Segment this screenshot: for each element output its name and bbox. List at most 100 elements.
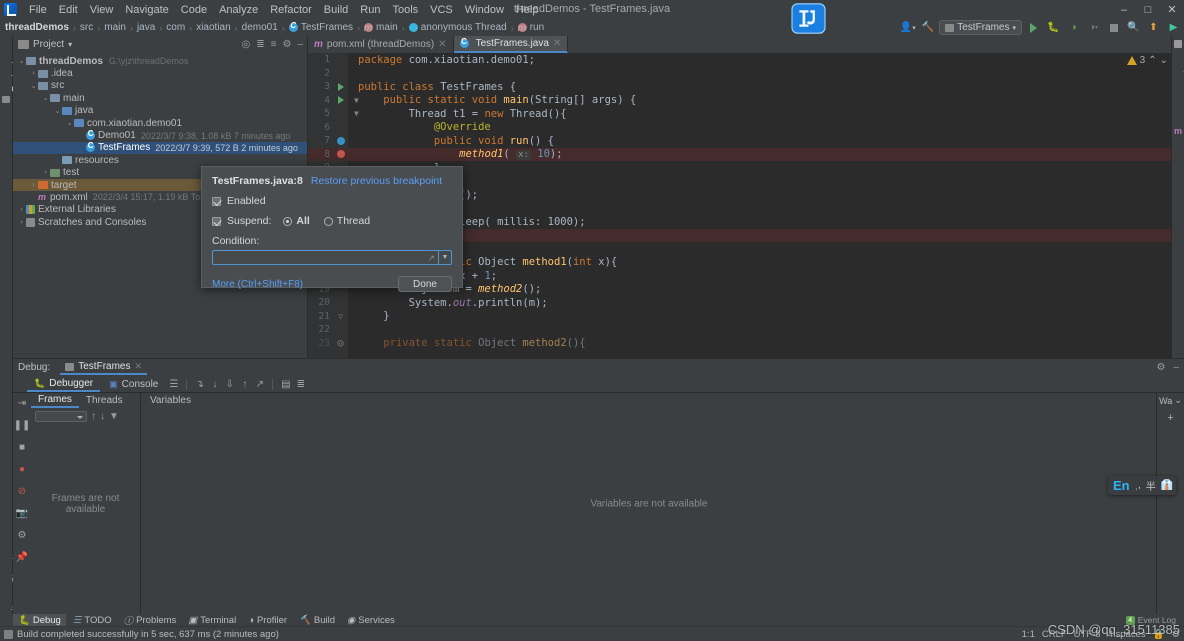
tab-threads[interactable]: Threads [79, 393, 130, 408]
tab-console[interactable]: ▣ Console [102, 378, 165, 391]
tree-item-idea[interactable]: › .idea [13, 67, 307, 79]
menu-help[interactable]: Help [510, 2, 545, 18]
conditional-breakpoint-icon[interactable] [333, 136, 348, 145]
done-button[interactable]: Done [398, 276, 452, 292]
search-everywhere-button[interactable]: 🔍 [1125, 20, 1142, 35]
close-icon[interactable]: ✕ [553, 38, 561, 49]
step-out-icon[interactable]: ↑ [238, 378, 251, 391]
chevron-down-icon[interactable]: ▾ [68, 40, 72, 49]
run-gutter-icon[interactable] [333, 82, 348, 91]
restore-previous-breakpoint-link[interactable]: Restore previous breakpoint [311, 175, 442, 187]
more-options-link[interactable]: More (Ctrl+Shift+F8) [212, 279, 303, 290]
tree-item-src[interactable]: ⌄ src [13, 80, 307, 92]
minimize-icon[interactable]: – [1173, 362, 1179, 373]
layout-settings-icon[interactable]: ☰ [167, 378, 180, 391]
thread-selector-dropdown[interactable] [35, 410, 87, 422]
ime-floating-bar[interactable]: En ˌ, 半 👔 [1108, 476, 1176, 495]
tree-item-package[interactable]: ⌄ com.xiaotian.demo01 [13, 117, 307, 129]
ime-fullwidth-icon[interactable]: 半 [1146, 478, 1156, 493]
inspection-widget[interactable]: 3 ⌃ ⌄ [1126, 55, 1168, 66]
gear-icon[interactable]: ⚙ [16, 529, 29, 542]
toolwindow-services[interactable]: ◉ Services [342, 614, 400, 626]
gear-icon[interactable]: ⚙ [1156, 362, 1165, 373]
chevron-right-icon[interactable]: › [29, 182, 38, 189]
hide-icon[interactable]: – [297, 39, 303, 50]
fold-icon[interactable]: ▼ [354, 109, 359, 118]
fold-icon[interactable]: ▼ [354, 96, 359, 105]
filter-icon[interactable]: ▼ [109, 411, 119, 422]
chevron-down-icon[interactable]: ⌄ [29, 82, 38, 90]
breadcrumb-item-demo01[interactable]: demo01 [242, 22, 278, 33]
menu-file[interactable]: File [23, 2, 53, 18]
menu-refactor[interactable]: Refactor [264, 2, 318, 18]
enabled-checkbox[interactable] [212, 196, 221, 206]
ime-toolbox-icon[interactable]: 👔 [1161, 480, 1173, 491]
chevron-down-icon[interactable]: ⌄ [17, 57, 26, 65]
toolwindow-problems[interactable]: ⓘ Problems [119, 614, 182, 628]
breadcrumb-item-main[interactable]: main [104, 22, 126, 33]
suspend-thread-radio[interactable] [323, 216, 333, 226]
chevron-down-icon[interactable]: ⌄ [1174, 395, 1182, 406]
menu-tools[interactable]: Tools [386, 2, 424, 18]
menu-build[interactable]: Build [318, 2, 354, 18]
settings-icon[interactable]: ≣ [294, 378, 307, 391]
run-to-cursor-icon[interactable]: ↗ [253, 378, 266, 391]
breadcrumb-item-src[interactable]: src [80, 22, 93, 33]
suspend-all-option[interactable]: All [283, 215, 310, 227]
evaluate-expression-icon[interactable]: ▤ [279, 378, 292, 391]
breakpoint-icon[interactable] [333, 150, 348, 159]
chevron-down-icon[interactable]: ⌄ [41, 94, 50, 102]
tree-item-java[interactable]: ⌄ java [13, 105, 307, 117]
chevron-right-icon[interactable]: › [17, 206, 26, 213]
menu-run[interactable]: Run [354, 2, 386, 18]
chevron-right-icon[interactable]: › [29, 70, 38, 77]
tree-item-resources[interactable]: resources [13, 154, 307, 166]
tree-item-testframes[interactable]: TestFrames 2022/3/7 9:39, 572 B 2 minute… [13, 141, 307, 155]
add-watch-button[interactable]: + [1157, 412, 1184, 424]
chevron-right-icon[interactable]: › [41, 169, 50, 176]
ime-punctuation-icon[interactable]: ˌ, [1135, 480, 1141, 491]
menu-edit[interactable]: Edit [53, 2, 84, 18]
breadcrumb-item-project[interactable]: threadDemos [5, 22, 69, 33]
annotation-gutter-icon[interactable]: ◎ [333, 337, 348, 349]
mute-breakpoints-icon[interactable]: ⊘ [16, 485, 29, 498]
tab-frames[interactable]: Frames [31, 393, 79, 408]
fold-icon[interactable]: ▽ [333, 312, 348, 321]
chevron-down-icon[interactable]: ⌄ [53, 107, 62, 115]
debug-session-tab[interactable]: TestFrames ✕ [60, 360, 148, 375]
stop-icon[interactable]: ■ [16, 441, 29, 454]
tree-item-main[interactable]: ⌄ main [13, 92, 307, 104]
force-step-into-icon[interactable]: ⇩ [223, 378, 236, 391]
toolwindow-profiler[interactable]: ◑ Profiler [243, 614, 292, 626]
tree-item-demo01[interactable]: Demo01 2022/3/7 9:38, 1.08 kB 7 minutes … [13, 129, 307, 141]
profile-button[interactable]: ◑ ▾ [1085, 20, 1102, 35]
watches-tab[interactable]: Wa ⌄ [1157, 393, 1184, 408]
close-button[interactable]: ✕ [1160, 0, 1184, 19]
condition-history-dropdown[interactable]: ▼ [438, 250, 452, 265]
screenshot-icon[interactable]: 📷 [16, 507, 29, 520]
toolwindow-todo[interactable]: ☰ TODO [68, 614, 117, 626]
breadcrumb-item-java[interactable]: java [137, 22, 155, 33]
run-with-coverage-button[interactable]: ◑ [1065, 20, 1082, 35]
ide-assistant-icon[interactable]: ▶ [1165, 20, 1182, 35]
menu-view[interactable]: View [84, 2, 120, 18]
menu-code[interactable]: Code [175, 2, 213, 18]
move-up-icon[interactable]: ↑ [91, 411, 96, 422]
maximize-button[interactable]: □ [1136, 0, 1160, 19]
tab-debugger[interactable]: 🐛 Debugger [27, 377, 101, 392]
gear-icon[interactable]: ⚙ [282, 39, 291, 50]
move-down-icon[interactable]: ↓ [100, 411, 105, 422]
vcs-user-icon[interactable]: 👤 ▾ [899, 20, 916, 35]
breadcrumb-item-anonymous-thread[interactable]: anonymous Thread [408, 22, 507, 33]
close-icon[interactable]: ✕ [134, 361, 142, 372]
chevron-down-icon[interactable]: ⌄ [65, 119, 74, 127]
updates-button[interactable]: ⬆ [1145, 20, 1162, 35]
view-breakpoints-icon[interactable]: ● [16, 463, 29, 476]
breadcrumb-item-testframes[interactable]: TestFrames [288, 21, 353, 33]
collapse-all-icon[interactable]: ≡ [271, 39, 277, 50]
pause-program-icon[interactable]: ❚❚ [14, 419, 31, 432]
suspend-thread-option[interactable]: Thread [323, 215, 370, 227]
menu-analyze[interactable]: Analyze [213, 2, 264, 18]
run-button[interactable] [1025, 20, 1042, 35]
build-hammer-icon[interactable]: 🔨 [919, 20, 936, 35]
